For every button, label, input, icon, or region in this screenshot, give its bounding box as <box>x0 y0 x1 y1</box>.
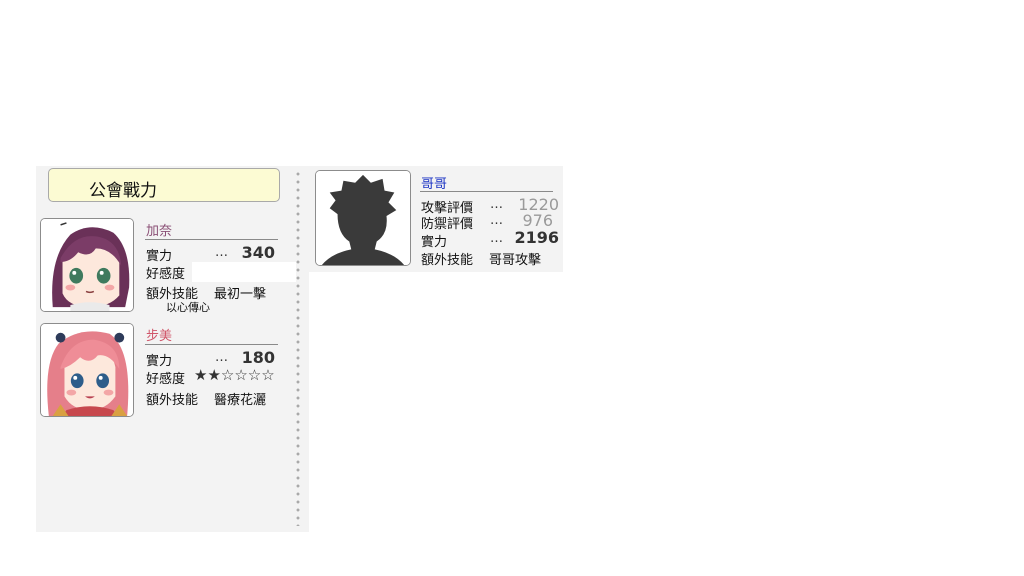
kana-name: 加奈 <box>146 224 173 239</box>
ayumi-power-label: 實力 <box>146 354 173 369</box>
silhouette-icon <box>316 171 410 265</box>
kana-power-dots: … <box>215 245 228 260</box>
brother-attack-dots: … <box>490 197 503 212</box>
kana-power-label: 實力 <box>146 249 173 264</box>
brother-skill-label: 額外技能 <box>421 253 474 268</box>
kana-skill-sub: 以心傳心 <box>166 301 210 314</box>
ayumi-affection-stars: ★★☆☆☆☆ <box>194 366 275 384</box>
kana-face-icon <box>41 219 133 311</box>
kana-skill-value: 最初一擊 <box>214 287 267 302</box>
brother-name-underline <box>420 191 553 192</box>
brother-power-label: 實力 <box>421 235 448 250</box>
brother-name: 哥哥 <box>421 177 448 192</box>
dotted-divider <box>296 170 300 526</box>
kana-affection-label: 好感度 <box>146 267 186 282</box>
brother-defense-dots: … <box>490 213 503 228</box>
kana-name-underline <box>145 239 278 240</box>
brother-skill-value: 哥哥攻擊 <box>489 253 542 268</box>
brother-power-value: 2196 <box>514 228 559 247</box>
brother-portrait[interactable] <box>315 170 411 266</box>
ayumi-portrait[interactable] <box>40 323 134 417</box>
ayumi-power-value: 180 <box>241 348 275 367</box>
ayumi-skill-label: 額外技能 <box>146 393 199 408</box>
ayumi-skill-value: 醫療花灑 <box>214 393 267 408</box>
brother-power-dots: … <box>490 231 503 246</box>
kana-portrait[interactable] <box>40 218 134 312</box>
brother-defense-label: 防禦評價 <box>421 217 474 232</box>
panel-title-box: 公會戰力 <box>48 168 280 202</box>
ayumi-name-underline <box>145 344 278 345</box>
kana-power-value: 340 <box>241 243 275 262</box>
ayumi-name: 步美 <box>146 329 173 344</box>
ayumi-face-icon <box>41 324 133 416</box>
panel-title: 公會戰力 <box>89 181 157 201</box>
ayumi-power-dots: … <box>215 350 228 365</box>
ayumi-affection-label: 好感度 <box>146 372 186 387</box>
kana-affection-bar <box>192 262 296 282</box>
